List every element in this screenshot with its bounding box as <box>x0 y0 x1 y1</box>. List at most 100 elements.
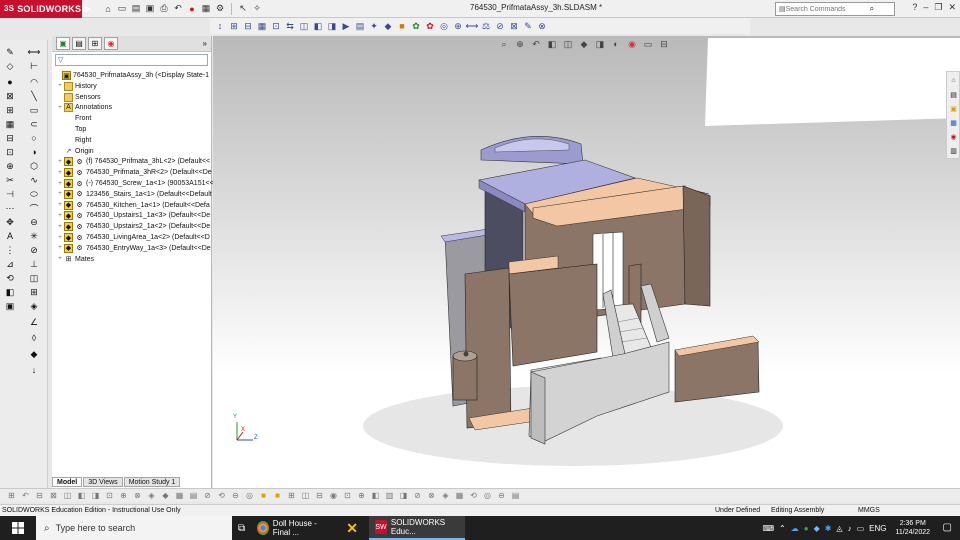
reference-geometry-icon[interactable]: ◨ <box>326 20 338 32</box>
property-manager-tab-icon[interactable]: ▤ <box>72 37 86 50</box>
tool-icon[interactable]: ↶ <box>20 490 31 501</box>
offset-icon[interactable]: ⊡ <box>4 146 16 158</box>
expand-toggle-icon[interactable]: + <box>56 105 64 111</box>
bluetooth-icon[interactable]: ✱ <box>825 524 832 533</box>
tool-icon[interactable]: ⊘ <box>412 490 423 501</box>
fix-icon[interactable]: ⊥ <box>28 258 40 270</box>
search-icon[interactable]: ⌕ <box>870 4 874 14</box>
cube-icon[interactable]: ◆ <box>28 348 40 360</box>
tool-icon[interactable]: ◫ <box>62 490 73 501</box>
tool-icon[interactable]: ◎ <box>244 490 255 501</box>
tree-item[interactable]: + ◆ ⚙ 123456_Stairs_1a<1> (Default<<Default <box>56 189 212 200</box>
solidworks-logo[interactable]: 3S SOLIDWORKS ▶ <box>0 0 91 18</box>
smart-dimension-icon[interactable]: ⟷ <box>28 46 41 58</box>
view-palette-icon[interactable]: ▦ <box>948 117 959 128</box>
save-icon[interactable]: ▣ <box>144 3 156 15</box>
arc-tool-icon[interactable]: ◑ <box>28 146 40 158</box>
keyboard-icon[interactable]: ⌨ <box>762 524 774 533</box>
polygon-icon[interactable]: ⬡ <box>28 160 40 172</box>
tool-icon[interactable]: ⊡ <box>342 490 353 501</box>
grid-icon[interactable]: ▦ <box>4 118 16 130</box>
color-icon[interactable]: ● <box>4 76 16 88</box>
delete-icon[interactable]: ⊠ <box>4 90 16 102</box>
circle-icon[interactable]: ○ <box>28 132 40 144</box>
tool-icon[interactable]: ◨ <box>398 490 409 501</box>
tree-filter-field[interactable]: ▽ <box>55 54 208 66</box>
start-button[interactable] <box>0 516 36 540</box>
mass-properties-icon[interactable]: ⚖ <box>480 20 492 32</box>
task-view-button[interactable]: ⧉ <box>232 516 251 540</box>
dimension-icon[interactable]: ⊢ <box>28 60 40 72</box>
tree-item[interactable]: + ◆ ⚙ 764530_Upstairs2_1a<2> (Default<<De <box>56 221 210 232</box>
search-commands-input[interactable] <box>785 5 870 13</box>
undo-icon[interactable]: ↶ <box>172 3 184 15</box>
mirror-icon[interactable]: ⊟ <box>4 132 16 144</box>
measure-icon[interactable]: ⟷ <box>466 20 479 32</box>
expand-panel-icon[interactable]: » <box>203 39 207 48</box>
expand-toggle-icon[interactable]: + <box>56 245 64 251</box>
expand-toggle-icon[interactable]: + <box>56 170 64 176</box>
tool-icon[interactable]: ◧ <box>370 490 381 501</box>
expand-toggle-icon[interactable]: + <box>56 235 64 241</box>
checker-icon[interactable]: ◈ <box>28 300 40 312</box>
line-icon[interactable]: ╲ <box>28 90 40 102</box>
tool-icon[interactable]: ⟲ <box>468 490 479 501</box>
restore-icon[interactable]: ❐ <box>934 2 942 13</box>
print-icon[interactable]: ⎙ <box>158 3 170 15</box>
eraser-icon[interactable]: ◇ <box>4 60 16 72</box>
tool-icon[interactable]: ⊗ <box>132 490 143 501</box>
relation-icon[interactable]: ⊞ <box>4 104 16 116</box>
notification-icon[interactable]: ▢ <box>943 522 952 533</box>
clock[interactable]: 2:36 PM 11/24/2022 <box>895 519 930 537</box>
tab-3d-views[interactable]: 3D Views <box>83 477 123 487</box>
new-document-icon[interactable]: ▭ <box>116 3 128 15</box>
tool-icon[interactable]: ◉ <box>328 490 339 501</box>
tool-icon[interactable]: ◨ <box>90 490 101 501</box>
tool-icon[interactable]: ⟲ <box>216 490 227 501</box>
tab-motion-study-1[interactable]: Motion Study 1 <box>123 477 181 487</box>
tool-icon[interactable]: ◈ <box>440 490 451 501</box>
appearance-tab-icon[interactable]: ◉ <box>104 37 118 50</box>
close-icon[interactable]: ✕ <box>948 2 956 13</box>
move-component-icon[interactable]: ↕ <box>214 20 226 32</box>
appearances-scenes-icon[interactable]: ◉ <box>948 131 959 142</box>
mate-icon[interactable]: ⊟ <box>242 20 254 32</box>
plane-sketch-icon[interactable]: ⊖ <box>28 216 40 228</box>
markup-icon[interactable]: ✎ <box>522 20 534 32</box>
tool-icon[interactable]: ⊗ <box>426 490 437 501</box>
move-icon[interactable]: ⇆ <box>284 20 296 32</box>
tool-icon[interactable]: ⊠ <box>48 490 59 501</box>
quick-snap-icon[interactable]: ◫ <box>28 272 40 284</box>
expand-toggle-icon[interactable]: + <box>56 83 64 89</box>
home-icon[interactable]: ⌂ <box>102 3 114 15</box>
arc-icon[interactable]: ◠ <box>28 76 40 88</box>
insert-component-icon[interactable]: ⊞ <box>228 20 240 32</box>
tree-item[interactable]: + ◆ ⚙ 764530_EntryWay_1a<3> (Default<<De <box>56 243 211 254</box>
volume-icon[interactable]: ♪ <box>848 524 852 533</box>
assembly-features-icon[interactable]: ◧ <box>312 20 324 32</box>
taskbar-search-box[interactable]: ⌕ Type here to search <box>36 516 232 540</box>
design-library-icon[interactable]: ▤ <box>948 89 959 100</box>
tool-icon[interactable]: ⊡ <box>104 490 115 501</box>
text-icon[interactable]: A <box>4 230 16 242</box>
fillet-icon[interactable]: ⌒ <box>28 202 40 214</box>
block-icon[interactable]: ⊞ <box>28 286 40 298</box>
instant3d-icon[interactable]: ◆ <box>382 20 394 32</box>
extend-icon[interactable]: ⊣ <box>4 188 16 200</box>
configuration-tab-icon[interactable]: ⊞ <box>88 37 102 50</box>
tool-icon[interactable]: ⊞ <box>286 490 297 501</box>
tree-item[interactable]: + ◆ ⚙ (f) 764530_Prifmata_3hL<2> (Default<< <box>56 156 210 167</box>
tool-icon[interactable]: ▤ <box>188 490 199 501</box>
interference-icon[interactable]: ◎ <box>438 20 450 32</box>
tree-item[interactable]: Top <box>56 124 86 135</box>
minimize-icon[interactable]: – <box>923 2 928 13</box>
search-commands-box[interactable]: ▤ ⌕ <box>775 2 895 16</box>
slot-icon[interactable]: ⊂ <box>28 118 40 130</box>
spline-icon[interactable]: ∿ <box>28 174 40 186</box>
expand-toggle-icon[interactable]: + <box>56 181 64 187</box>
tree-item[interactable]: + History <box>56 81 97 92</box>
smart-fasteners-icon[interactable]: ⊡ <box>270 20 282 32</box>
rapid-sketch-icon[interactable]: ◧ <box>4 286 16 298</box>
network-icon[interactable]: ◬ <box>836 524 842 533</box>
ellipse-icon[interactable]: ⬭ <box>28 188 40 200</box>
